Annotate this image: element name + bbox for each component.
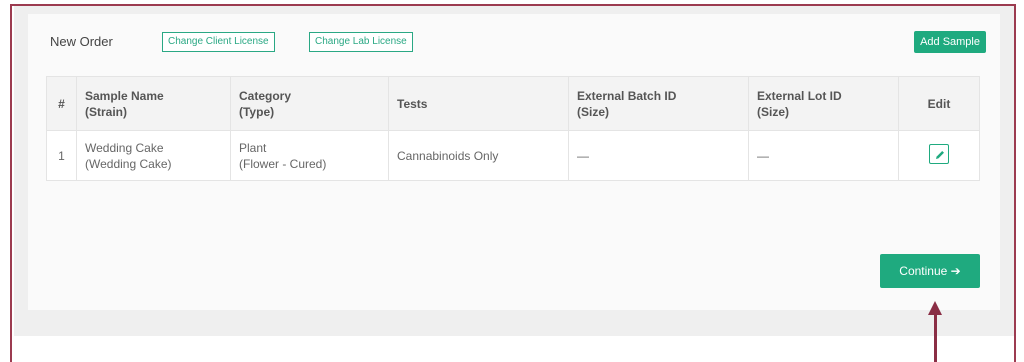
column-header-external-batch: External Batch ID (Size) <box>568 76 749 131</box>
sample-type: (Flower - Cured) <box>239 156 327 171</box>
external-lot-cell: — <box>748 130 899 181</box>
column-header-external-lot-label: External Lot ID <box>757 88 842 103</box>
sample-name-cell: Wedding Cake (Wedding Cake) <box>76 130 231 181</box>
sample-strain: (Wedding Cake) <box>85 156 172 171</box>
external-batch-cell: — <box>568 130 749 181</box>
arrow-up-icon <box>928 301 942 315</box>
column-header-edit: Edit <box>898 76 980 131</box>
column-header-category: Category (Type) <box>230 76 389 131</box>
column-header-tests: Tests <box>388 76 569 131</box>
page-title: New Order <box>50 34 113 49</box>
column-header-sample-name-label: Sample Name <box>85 88 164 103</box>
column-header-category-label: Category <box>239 88 292 103</box>
pencil-icon <box>936 150 944 159</box>
column-header-external-batch-sub: (Size) <box>577 104 610 119</box>
row-number: 1 <box>46 130 77 181</box>
table-header-row: # Sample Name (Strain) Category (Type) T… <box>46 76 980 131</box>
new-order-card: New Order Change Client License Change L… <box>28 14 1000 310</box>
edit-button[interactable] <box>929 143 949 164</box>
pointer-arrow-shaft <box>934 312 937 362</box>
table-row: 1 Wedding Cake (Wedding Cake) Plant (Flo… <box>46 130 980 181</box>
category-cell: Plant (Flower - Cured) <box>230 130 389 181</box>
add-sample-button[interactable]: Add Sample <box>914 31 986 53</box>
column-header-number: # <box>46 76 77 131</box>
change-client-license-button[interactable]: Change Client License <box>162 32 275 52</box>
continue-button[interactable]: Continue ➔ <box>880 254 980 288</box>
edit-cell <box>898 130 980 181</box>
change-lab-license-button[interactable]: Change Lab License <box>309 32 413 52</box>
column-header-external-batch-label: External Batch ID <box>577 88 677 103</box>
sample-name: Wedding Cake <box>85 140 164 155</box>
column-header-sample-name: Sample Name (Strain) <box>76 76 231 131</box>
column-header-external-lot: External Lot ID (Size) <box>748 76 899 131</box>
column-header-external-lot-sub: (Size) <box>757 104 790 119</box>
card-header: New Order Change Client License Change L… <box>50 30 986 54</box>
column-header-sample-name-sub: (Strain) <box>85 104 127 119</box>
tests-cell: Cannabinoids Only <box>388 130 569 181</box>
samples-table: # Sample Name (Strain) Category (Type) T… <box>46 76 980 181</box>
sample-category: Plant <box>239 140 267 155</box>
column-header-category-sub: (Type) <box>239 104 275 119</box>
